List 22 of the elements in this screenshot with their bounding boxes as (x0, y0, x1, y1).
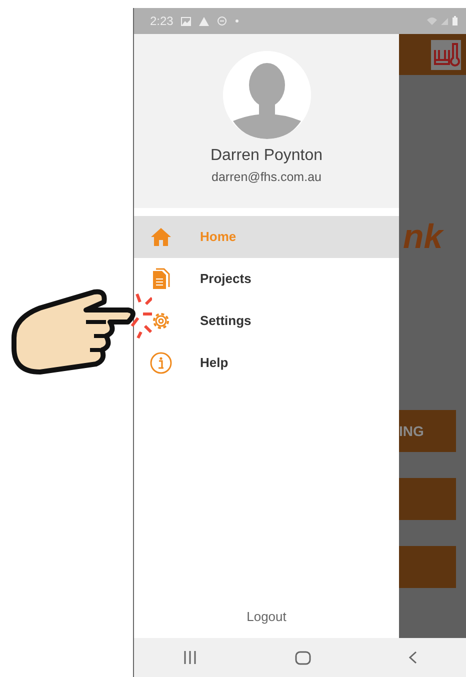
recent-apps-icon[interactable] (183, 651, 197, 664)
user-email: darren@fhs.com.au (212, 169, 322, 186)
back-icon[interactable] (409, 651, 417, 664)
user-name: Darren Poynton (210, 146, 323, 166)
info-icon (150, 352, 172, 374)
warning-icon (199, 16, 210, 26)
menu-item[interactable]: Settings (134, 300, 399, 342)
battery-icon (452, 16, 458, 26)
image-icon (181, 16, 192, 26)
logout-link[interactable]: Logout (246, 606, 286, 626)
document-icon (152, 268, 170, 290)
wifi-icon (427, 17, 437, 25)
menu-item[interactable]: Help (134, 342, 399, 384)
menu-item[interactable]: Projects (134, 258, 399, 300)
home-icon (150, 227, 172, 247)
app-title-fragment: nk (403, 218, 443, 256)
home-icon[interactable] (295, 650, 311, 664)
settings-icon (150, 310, 172, 332)
do-not-disturb-icon (217, 16, 228, 26)
signal-icon (441, 18, 448, 24)
dot-icon (235, 19, 240, 23)
clock-time: 2:23 (150, 13, 174, 30)
